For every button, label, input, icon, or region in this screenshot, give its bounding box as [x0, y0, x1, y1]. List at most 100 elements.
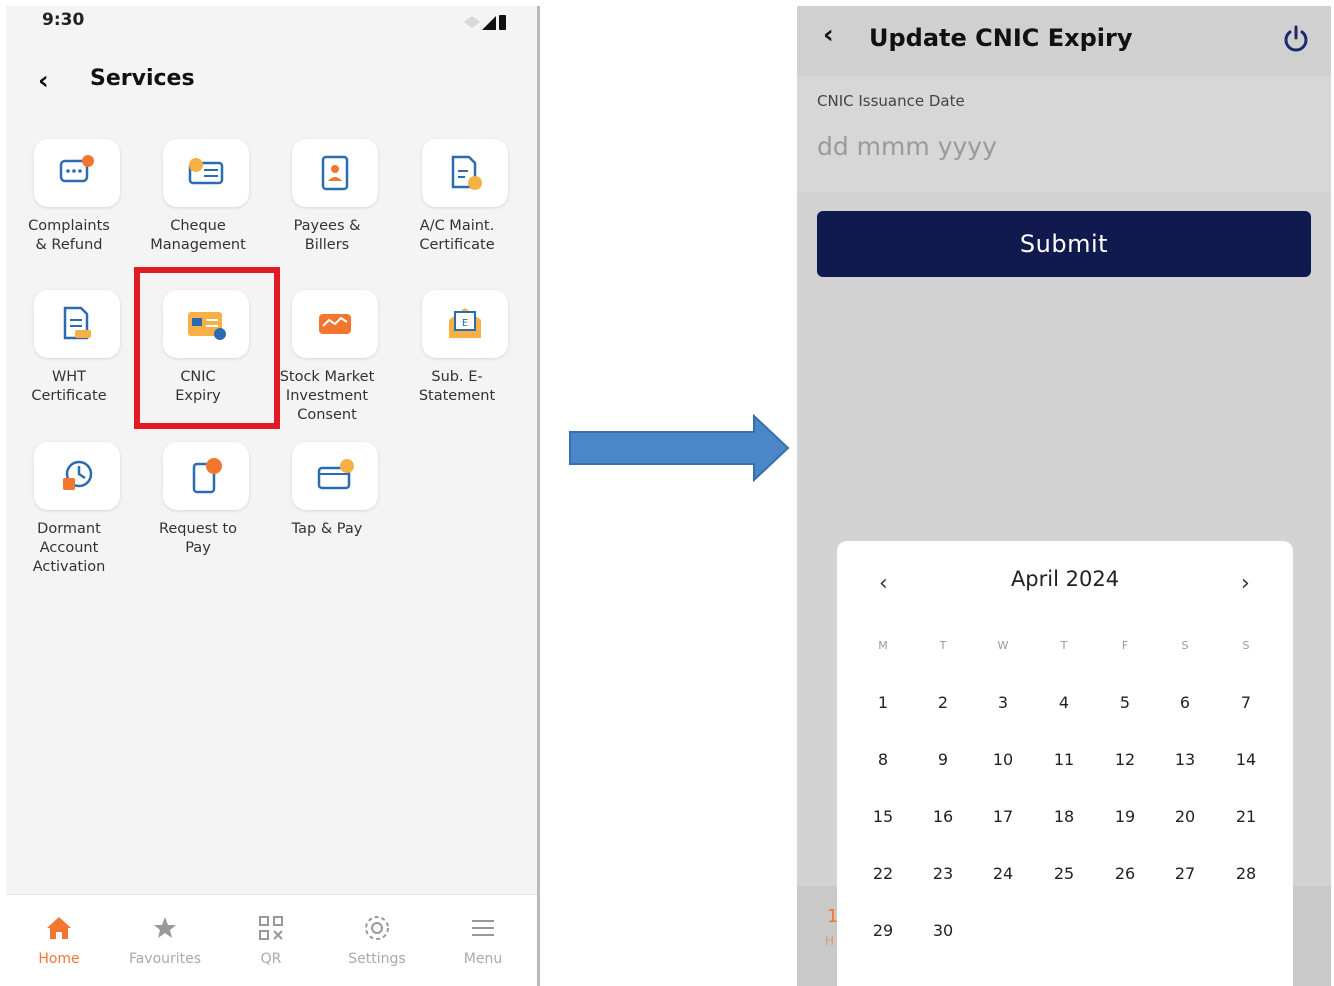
dormant-icon — [63, 460, 93, 490]
service-tile-stock[interactable]: Stock Market Investment Consent — [264, 290, 390, 440]
calendar-day[interactable]: 6 — [1165, 693, 1205, 712]
tile-icon-box — [163, 139, 249, 207]
calendar-day[interactable]: 7 — [1226, 693, 1266, 712]
weekday-label: S — [1181, 639, 1189, 652]
calendar-day[interactable]: 4 — [1044, 693, 1084, 712]
calendar-day[interactable]: 12 — [1105, 750, 1145, 769]
tile-label: Sub. E- Statement — [418, 369, 496, 404]
calendar-day[interactable]: 24 — [983, 864, 1023, 883]
signal-battery-icon — [464, 15, 506, 30]
menu-icon — [472, 920, 494, 936]
tile-icon-box — [292, 139, 378, 207]
next-month-button[interactable]: › — [1241, 571, 1250, 596]
qr-icon — [259, 916, 283, 940]
weekday-label: F — [1121, 639, 1129, 652]
service-tile-payees[interactable]: Payees & Billers — [264, 139, 390, 289]
calendar-day[interactable]: 9 — [923, 750, 963, 769]
calendar-day[interactable]: 18 — [1044, 807, 1084, 826]
nav-label-favourites: Favourites — [128, 951, 202, 967]
calendar-day[interactable]: 1 — [863, 693, 903, 712]
header: ‹ Update CNIC Expiry — [797, 6, 1331, 76]
calendar-day[interactable]: 14 — [1226, 750, 1266, 769]
calendar-day[interactable]: 19 — [1105, 807, 1145, 826]
nav-label-menu: Menu — [463, 951, 503, 967]
calendar-day[interactable]: 13 — [1165, 750, 1205, 769]
nav-favourites[interactable]: Favourites — [120, 913, 210, 967]
service-tile-estatement[interactable]: E Sub. E- Statement — [394, 290, 520, 440]
weekday-label: W — [997, 639, 1009, 652]
payees-icon — [321, 155, 349, 191]
wht-icon — [63, 306, 91, 340]
calendar-day[interactable]: 3 — [983, 693, 1023, 712]
tile-icon-box — [422, 139, 508, 207]
service-tile-tap-pay[interactable]: Tap & Pay — [264, 442, 390, 592]
weekday-label: T — [939, 639, 947, 652]
divider — [537, 6, 540, 986]
calendar-day[interactable]: 22 — [863, 864, 903, 883]
tile-label: Dormant Account Activation — [32, 521, 106, 575]
status-time: 9:30 — [42, 10, 85, 30]
service-tile-dormant[interactable]: Dormant Account Activation — [6, 442, 132, 592]
services-screen: 9:30 ‹ Services Complaints & Refund Chequ… — [6, 6, 538, 986]
nav-label-settings: Settings — [348, 951, 406, 967]
calendar-day[interactable]: 8 — [863, 750, 903, 769]
calendar-day[interactable]: 28 — [1226, 864, 1266, 883]
tile-icon-box — [34, 139, 120, 207]
tile-label: WHT Certificate — [31, 369, 107, 404]
tile-label: Payees & Billers — [293, 218, 361, 253]
date-picker: ‹ April 2024 › M T W T F S S 1 2 3 4 5 6 7 8 9 10 11 12 13 1… — [837, 541, 1293, 986]
stock-icon — [319, 314, 351, 334]
tile-icon-box — [292, 442, 378, 510]
calendar-day[interactable]: 20 — [1165, 807, 1205, 826]
calendar-day[interactable]: 10 — [983, 750, 1023, 769]
calendar-day[interactable]: 2 — [923, 693, 963, 712]
calendar-day[interactable]: 21 — [1226, 807, 1266, 826]
calendar-day[interactable]: 25 — [1044, 864, 1084, 883]
service-tile-complaint[interactable]: Complaints & Refund — [6, 139, 132, 289]
calendar-month: April 2024 — [1010, 567, 1120, 591]
service-tile-wht[interactable]: WHT Certificate — [6, 290, 132, 440]
calendar-day[interactable]: 15 — [863, 807, 903, 826]
tile-label: Tap & Pay — [291, 521, 363, 537]
calendar-day[interactable]: 26 — [1105, 864, 1145, 883]
calendar-day[interactable]: 27 — [1165, 864, 1205, 883]
calendar-day[interactable]: 17 — [983, 807, 1023, 826]
page-title: Services — [90, 66, 195, 91]
calendar-day[interactable]: 5 — [1105, 693, 1145, 712]
tile-icon-box — [34, 442, 120, 510]
request-pay-icon — [192, 458, 222, 494]
tile-icon-box: E — [422, 290, 508, 358]
calendar-day[interactable]: 11 — [1044, 750, 1084, 769]
back-button[interactable]: ‹ — [823, 20, 834, 50]
nav-label-qr: QR — [260, 951, 282, 967]
nav-qr[interactable]: QR — [226, 913, 316, 967]
submit-button[interactable]: Submit — [817, 211, 1311, 277]
certificate-icon — [451, 155, 482, 190]
issuance-date-field[interactable]: CNIC Issuance Date dd mmm yyyy — [797, 76, 1331, 192]
svg-text:E: E — [462, 318, 468, 329]
cheque-icon — [188, 158, 224, 185]
tile-label: Request to Pay — [158, 521, 238, 556]
back-button[interactable]: ‹ — [38, 66, 49, 96]
power-icon[interactable] — [1281, 24, 1311, 54]
calendar-day[interactable]: 16 — [923, 807, 963, 826]
highlight-box — [134, 267, 280, 429]
date-input-placeholder: dd mmm yyyy — [817, 132, 997, 161]
service-tile-request-pay[interactable]: Request to Pay — [135, 442, 261, 592]
calendar-day[interactable]: 30 — [923, 921, 963, 940]
calendar-day[interactable]: 23 — [923, 864, 963, 883]
service-tile-certificate[interactable]: A/C Maint. Certificate — [394, 139, 520, 289]
calendar-day[interactable]: 29 — [863, 921, 903, 940]
nav-menu[interactable]: Menu — [438, 913, 528, 967]
field-label: CNIC Issuance Date — [817, 92, 965, 110]
tile-label: Complaints & Refund — [28, 218, 110, 253]
tile-icon-box — [163, 442, 249, 510]
nav-home[interactable]: Home — [14, 913, 104, 967]
nav-label-home: Home — [38, 951, 80, 967]
bottom-nav: Home Favourites QR Settings Menu — [6, 894, 538, 986]
nav-settings[interactable]: Settings — [332, 913, 422, 967]
tap-pay-icon — [317, 459, 354, 490]
update-cnic-screen: ‹ Update CNIC Expiry CNIC Issuance Date … — [797, 6, 1331, 986]
complaint-icon — [59, 155, 94, 183]
tile-label: A/C Maint. Certificate — [419, 218, 495, 253]
